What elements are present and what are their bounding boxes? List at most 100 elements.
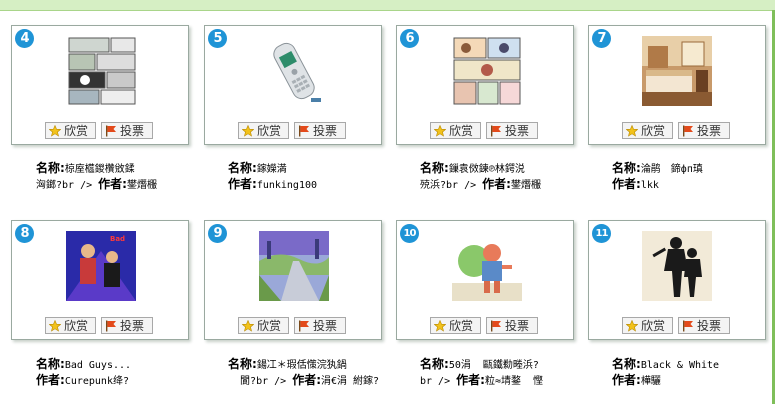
appreciate-label: 欣赏 <box>64 319 89 333</box>
appreciate-button[interactable]: 欣赏 <box>238 317 289 334</box>
flag-icon <box>106 125 116 137</box>
item-author: 鐢熸棴 <box>126 180 157 191</box>
appreciate-label: 欣赏 <box>449 319 474 333</box>
star-icon <box>434 125 446 137</box>
comic-page-thumbnail[interactable] <box>452 36 522 106</box>
appreciate-button[interactable]: 欣赏 <box>622 317 673 334</box>
vote-label: 投票 <box>505 319 530 333</box>
appreciate-label: 欣赏 <box>641 124 666 138</box>
star-icon <box>434 320 446 332</box>
star-icon <box>242 320 254 332</box>
appreciate-button[interactable]: 欣赏 <box>430 317 481 334</box>
vote-button[interactable]: 投票 <box>486 317 538 334</box>
item-author: lkk <box>640 180 659 191</box>
name-label: 名称: <box>612 161 641 175</box>
star-icon <box>49 320 61 332</box>
name-label: 名称: <box>228 357 257 371</box>
vote-button[interactable]: 投票 <box>678 122 730 139</box>
cartoon-boy-thumbnail[interactable] <box>452 231 522 301</box>
item-info: 名称:鏁袁傚鍊℗林鍔涚 殑浜?br /> 作者:鐢熸棴 <box>420 161 595 193</box>
appreciate-button[interactable]: 欣赏 <box>622 122 673 139</box>
comic-strip-thumbnail[interactable] <box>67 36 137 106</box>
star-icon <box>49 125 61 137</box>
bedroom-image <box>642 36 712 106</box>
name-label: 名称: <box>420 357 449 371</box>
item-author: 涓€涓 紨鎵? <box>321 376 380 387</box>
flag-icon <box>299 125 309 137</box>
author-label: 作者: <box>612 373 641 387</box>
appreciate-label: 欣赏 <box>64 124 89 138</box>
cartoon-boy-image <box>452 231 522 301</box>
author-label: 作者: <box>36 373 65 387</box>
appreciate-button[interactable]: 欣赏 <box>430 122 481 139</box>
silhouette-image <box>642 231 712 301</box>
item-name: 50涓 甌鐵勬畻浜? <box>448 360 539 371</box>
bedroom-thumbnail[interactable] <box>642 36 712 106</box>
vote-label: 投票 <box>313 124 338 138</box>
vote-button[interactable]: 投票 <box>101 317 153 334</box>
silhouette-thumbnail[interactable] <box>642 231 712 301</box>
appreciate-label: 欣赏 <box>641 319 666 333</box>
rank-badge: 5 <box>208 29 227 48</box>
band-poster-image: Bad <box>66 231 136 301</box>
flag-icon <box>491 320 501 332</box>
author-label: 作者: <box>456 373 485 387</box>
vote-label: 投票 <box>505 124 530 138</box>
name-label: 名称: <box>36 161 65 175</box>
item-info: 名称:鎵嬫満 作者:funking100 <box>228 161 403 193</box>
top-strip <box>0 0 775 11</box>
mobile-phone-thumbnail[interactable] <box>259 36 329 106</box>
vote-button[interactable]: 投票 <box>101 122 153 139</box>
flag-icon <box>491 125 501 137</box>
star-icon <box>626 320 638 332</box>
item-info: 名称:Black & White 作者:樺驪 <box>612 357 775 389</box>
flag-icon <box>299 320 309 332</box>
author-label: 作者: <box>292 373 322 387</box>
flag-icon <box>683 320 693 332</box>
item-card: 9 欣赏 投票 <box>204 220 382 340</box>
item-name: Bad Guys... <box>64 360 132 371</box>
item-card: 11 欣赏 投票 <box>588 220 766 340</box>
item-author: 樺驪 <box>640 376 661 387</box>
item-info: 名称:鍚冮＊瑕佸憡浣犱鍋 閬?br /> 作者:涓€涓 紨鎵? <box>228 357 403 389</box>
item-author: 粒≈埥鍪 慳 <box>484 376 544 387</box>
vote-button[interactable]: 投票 <box>294 317 346 334</box>
star-icon <box>242 125 254 137</box>
vote-label: 投票 <box>697 124 722 138</box>
author-label: 作者: <box>228 177 257 191</box>
item-card: 7 欣赏 投票 <box>588 25 766 145</box>
appreciate-button[interactable]: 欣赏 <box>45 317 96 334</box>
vote-button[interactable]: 投票 <box>678 317 730 334</box>
name-label: 名称: <box>612 357 641 371</box>
landscape-road-thumbnail[interactable] <box>259 231 329 301</box>
item-author: 鐢熸棴 <box>510 180 541 191</box>
item-info: 名称:椋庢櫙鍐欑敓鍒 洶鎯?br /> 作者:鐢熸棴 <box>36 161 211 193</box>
rank-badge: 9 <box>208 224 227 243</box>
rank-badge: 8 <box>15 224 34 243</box>
appreciate-label: 欣赏 <box>257 319 282 333</box>
author-prefix: 洶鎯?br /> <box>36 180 93 191</box>
comic-strip-image <box>67 36 137 106</box>
vote-button[interactable]: 投票 <box>486 122 538 139</box>
vote-label: 投票 <box>697 319 722 333</box>
flag-icon <box>683 125 693 137</box>
item-name: Black & White <box>640 360 720 371</box>
author-prefix: 閬?br /> <box>240 376 287 387</box>
comic-page-image <box>452 36 522 106</box>
landscape-road-image <box>259 231 329 301</box>
appreciate-button[interactable]: 欣赏 <box>45 122 96 139</box>
item-name: 鍚冮＊瑕佸憡浣犱鍋 <box>256 360 347 371</box>
item-card: 4 欣赏 投票 <box>11 25 189 145</box>
item-author: Curepunk绛? <box>64 376 129 387</box>
rank-badge: 10 <box>400 224 419 243</box>
item-name: 淪鹃 鍗фп瑱 <box>640 164 703 175</box>
appreciate-button[interactable]: 欣赏 <box>238 122 289 139</box>
author-label: 作者: <box>98 177 127 191</box>
vote-button[interactable]: 投票 <box>294 122 346 139</box>
item-card: 8 Bad 欣赏 投票 <box>11 220 189 340</box>
item-card: 10 欣赏 投票 <box>396 220 574 340</box>
item-name: 椋庢櫙鍐欑敓鍒 <box>64 164 135 175</box>
band-poster-thumbnail[interactable]: Bad <box>66 231 136 301</box>
rank-badge: 11 <box>592 224 611 243</box>
name-label: 名称: <box>36 357 65 371</box>
